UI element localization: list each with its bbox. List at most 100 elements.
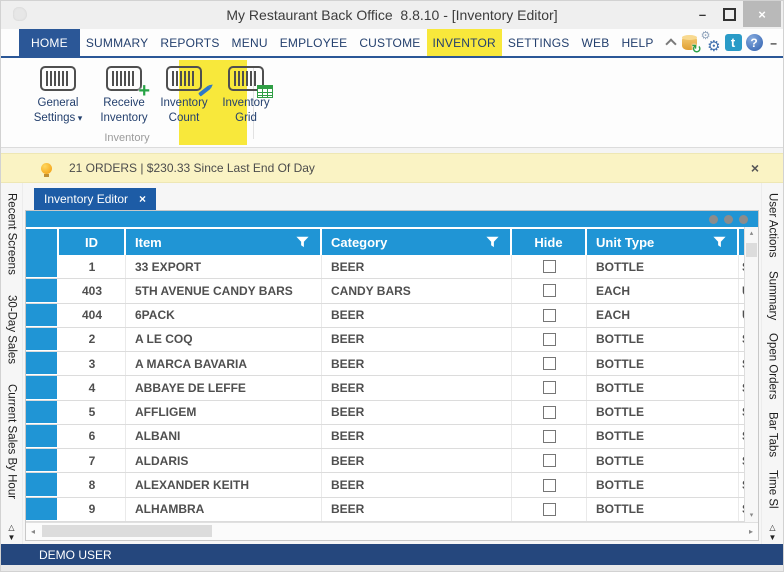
right-tab-open-orders[interactable]: Open Orders bbox=[767, 333, 779, 399]
collapse-ribbon-icon[interactable] bbox=[664, 37, 678, 49]
cell-unit-type[interactable]: BOTTLE bbox=[587, 473, 739, 496]
menu-tab-web[interactable]: WEB bbox=[576, 29, 616, 56]
column-header-hide[interactable]: Hide bbox=[512, 229, 587, 255]
cell-item[interactable]: ALBANI bbox=[126, 425, 322, 448]
scroll-down-icon[interactable]: ▼ bbox=[762, 533, 783, 543]
menu-tab-home[interactable]: HOME bbox=[19, 29, 80, 56]
close-button[interactable]: × bbox=[743, 1, 781, 27]
tab-close-icon[interactable]: × bbox=[139, 193, 146, 205]
cell-item[interactable]: ALDARIS bbox=[126, 449, 322, 472]
menu-tab-reports[interactable]: REPORTS bbox=[154, 29, 225, 56]
hide-checkbox[interactable] bbox=[543, 357, 556, 370]
hide-checkbox[interactable] bbox=[543, 503, 556, 516]
cell-id[interactable]: 1 bbox=[59, 255, 126, 278]
cell-category[interactable]: BEER bbox=[322, 376, 512, 399]
menu-tab-menu[interactable]: MENU bbox=[226, 29, 274, 56]
vertical-scroll-thumb[interactable] bbox=[746, 243, 757, 257]
cell-id[interactable]: 403 bbox=[59, 279, 126, 302]
column-header-unit-type[interactable]: Unit Type bbox=[587, 229, 739, 255]
twitter-icon[interactable]: t bbox=[725, 34, 742, 51]
menu-tab-settings[interactable]: SETTINGS bbox=[502, 29, 576, 56]
cell-id[interactable]: 3 bbox=[59, 352, 126, 375]
cell-id[interactable]: 7 bbox=[59, 449, 126, 472]
cell-id[interactable]: 8 bbox=[59, 473, 126, 496]
menu-tab-customers[interactable]: CUSTOME bbox=[353, 29, 426, 56]
cell-unit-type[interactable]: BOTTLE bbox=[587, 449, 739, 472]
cell-item[interactable]: 6PACK bbox=[126, 304, 322, 327]
filter-icon[interactable] bbox=[713, 236, 726, 248]
scroll-up-icon[interactable]: △ bbox=[762, 523, 783, 533]
cell-unit-type[interactable]: BOTTLE bbox=[587, 352, 739, 375]
cell-item[interactable]: ABBAYE DE LEFFE bbox=[126, 376, 322, 399]
right-tab-user-actions[interactable]: User Actions bbox=[767, 193, 779, 258]
hide-checkbox[interactable] bbox=[543, 333, 556, 346]
row-indicator[interactable] bbox=[26, 473, 59, 496]
maximize-button[interactable] bbox=[716, 1, 743, 27]
menu-tab-employees[interactable]: EMPLOYEE bbox=[274, 29, 354, 56]
help-icon[interactable]: ? bbox=[746, 34, 763, 51]
cell-category[interactable]: BEER bbox=[322, 328, 512, 351]
column-header-id[interactable]: ID bbox=[59, 229, 126, 255]
cell-id[interactable]: 9 bbox=[59, 498, 126, 521]
cell-unit-type[interactable]: BOTTLE bbox=[587, 255, 739, 278]
cell-id[interactable]: 5 bbox=[59, 401, 126, 424]
cell-item[interactable]: A MARCA BAVARIA bbox=[126, 352, 322, 375]
panel-dot-icon[interactable] bbox=[709, 215, 718, 224]
row-indicator[interactable] bbox=[26, 376, 59, 399]
menu-tab-inventory[interactable]: INVENTOR bbox=[427, 29, 502, 56]
hide-checkbox[interactable] bbox=[543, 260, 556, 273]
vertical-scrollbar[interactable]: ▴ ▾ bbox=[744, 227, 758, 522]
minimize-small-button[interactable]: – bbox=[767, 36, 781, 50]
cell-item[interactable]: ALEXANDER KEITH bbox=[126, 473, 322, 496]
cell-category[interactable]: BEER bbox=[322, 401, 512, 424]
cell-item[interactable]: A LE COQ bbox=[126, 328, 322, 351]
cell-id[interactable]: 404 bbox=[59, 304, 126, 327]
hide-checkbox[interactable] bbox=[543, 454, 556, 467]
scroll-up-icon[interactable]: ▴ bbox=[745, 230, 758, 237]
cell-category[interactable]: BEER bbox=[322, 352, 512, 375]
left-tab-current-sales-by-hour[interactable]: Current Sales By Hour bbox=[6, 384, 18, 499]
horizontal-scroll-thumb[interactable] bbox=[42, 525, 212, 537]
hide-checkbox[interactable] bbox=[543, 430, 556, 443]
cell-category[interactable]: BEER bbox=[322, 255, 512, 278]
cell-category[interactable]: BEER bbox=[322, 473, 512, 496]
panel-dot-icon[interactable] bbox=[739, 215, 748, 224]
cell-category[interactable]: BEER bbox=[322, 425, 512, 448]
cell-category[interactable]: BEER bbox=[322, 449, 512, 472]
hide-checkbox[interactable] bbox=[543, 479, 556, 492]
column-header-item[interactable]: Item bbox=[126, 229, 322, 255]
cell-unit-type[interactable]: BOTTLE bbox=[587, 328, 739, 351]
scroll-down-icon[interactable]: ▾ bbox=[745, 512, 758, 519]
left-tab-30-day-sales[interactable]: 30-Day Sales bbox=[6, 295, 18, 364]
cell-item[interactable]: ALHAMBRA bbox=[126, 498, 322, 521]
cell-unit-type[interactable]: EACH bbox=[587, 304, 739, 327]
cell-id[interactable]: 6 bbox=[59, 425, 126, 448]
cell-item[interactable]: AFFLIGEM bbox=[126, 401, 322, 424]
panel-dot-icon[interactable] bbox=[724, 215, 733, 224]
scroll-down-icon[interactable]: ▼ bbox=[1, 533, 22, 543]
right-tab-summary[interactable]: Summary bbox=[767, 271, 779, 320]
hide-checkbox[interactable] bbox=[543, 381, 556, 394]
scroll-up-icon[interactable]: △ bbox=[1, 523, 22, 533]
minimize-button[interactable]: – bbox=[689, 1, 716, 27]
right-tab-bar-tabs[interactable]: Bar Tabs bbox=[767, 412, 779, 457]
cell-unit-type[interactable]: BOTTLE bbox=[587, 425, 739, 448]
hide-checkbox[interactable] bbox=[543, 309, 556, 322]
scroll-left-icon[interactable]: ◂ bbox=[31, 523, 35, 540]
row-indicator[interactable] bbox=[26, 279, 59, 302]
right-tab-time-sl[interactable]: Time Sl bbox=[767, 470, 779, 509]
horizontal-scrollbar[interactable]: ◂ ▸ bbox=[26, 522, 758, 540]
cell-category[interactable]: CANDY BARS bbox=[322, 279, 512, 302]
cell-unit-type[interactable]: EACH bbox=[587, 279, 739, 302]
row-indicator[interactable] bbox=[26, 304, 59, 327]
cell-id[interactable]: 2 bbox=[59, 328, 126, 351]
menu-tab-summary[interactable]: SUMMARY bbox=[80, 29, 155, 56]
cell-category[interactable]: BEER bbox=[322, 304, 512, 327]
column-header-category[interactable]: Category bbox=[322, 229, 512, 255]
row-indicator[interactable] bbox=[26, 255, 59, 278]
row-indicator[interactable] bbox=[26, 328, 59, 351]
menu-tab-help[interactable]: HELP bbox=[615, 29, 659, 56]
cell-category[interactable]: BEER bbox=[322, 498, 512, 521]
filter-icon[interactable] bbox=[486, 236, 499, 248]
document-tab-inventory-editor[interactable]: Inventory Editor × bbox=[34, 188, 156, 210]
